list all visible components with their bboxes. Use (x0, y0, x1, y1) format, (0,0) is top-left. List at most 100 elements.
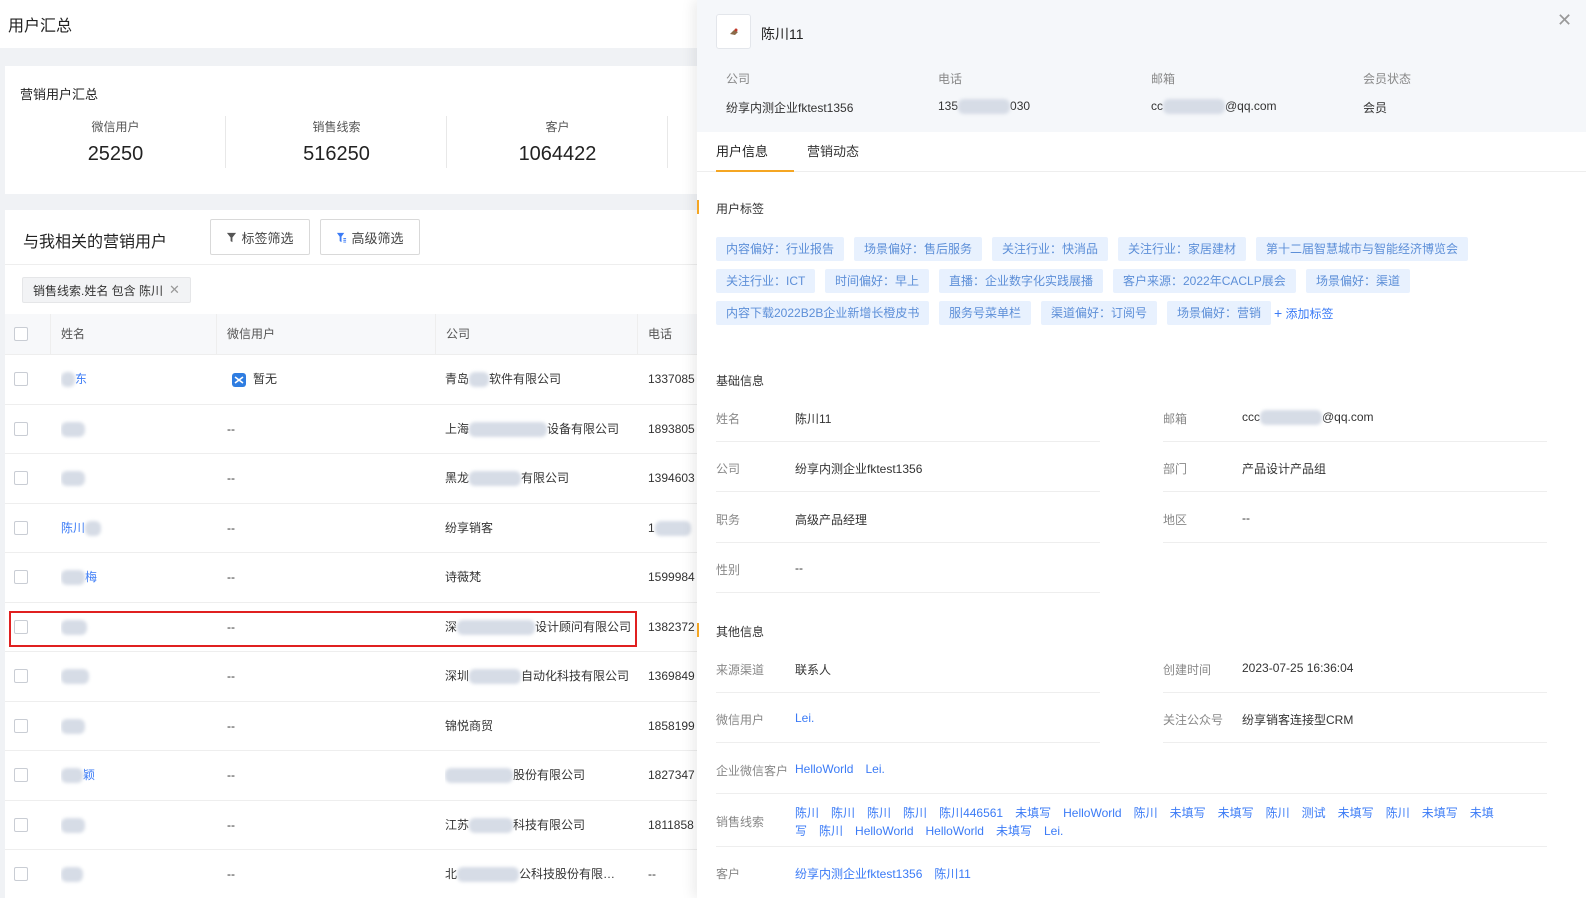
row-checkbox[interactable] (14, 718, 28, 733)
lead-link[interactable]: 陈川 (819, 824, 843, 838)
table-row[interactable]: -- 深 设计顾问有限公司 1382372 (5, 602, 697, 652)
wecom-link[interactable]: Lei. (865, 762, 884, 776)
user-tag[interactable]: 场景偏好：售后服务 (854, 237, 983, 261)
field-value-wechat-link[interactable]: Lei. (795, 711, 814, 725)
phone-head: 1893805 (648, 421, 695, 436)
cell-name[interactable]: 梅 (61, 553, 211, 602)
column-header-wechat[interactable]: 微信用户 (216, 314, 435, 355)
wechat-user: -- (227, 867, 235, 881)
user-tag[interactable]: 场景偏好：渠道 (1306, 269, 1411, 293)
cell-wechat: -- (227, 850, 235, 898)
filter-icon (227, 232, 237, 242)
cell-name[interactable]: 东 (61, 355, 211, 404)
column-header-phone[interactable]: 电话 (637, 314, 697, 355)
divider (716, 742, 1100, 743)
add-tag-button[interactable]: + 添加标签 (1274, 305, 1334, 322)
row-checkbox[interactable] (14, 619, 28, 634)
user-tag[interactable]: 关注行业：家居建材 (1118, 237, 1247, 261)
advanced-filter-button[interactable]: 高级筛选 (320, 219, 420, 255)
divider (1163, 692, 1547, 693)
table-row[interactable]: -- 上海 设备有限公司 1893805 (5, 404, 697, 454)
lead-link[interactable]: 未填 (1470, 806, 1494, 820)
user-tag[interactable]: 直播：企业数字化实践展播 (939, 269, 1104, 293)
user-tag[interactable]: 关注行业：快消品 (992, 237, 1109, 261)
tag-filter-button[interactable]: 标签筛选 (210, 219, 310, 255)
row-checkbox[interactable] (14, 372, 28, 386)
tab-user-info[interactable]: 用户信息 (716, 132, 794, 172)
lead-link[interactable]: HelloWorld (1063, 806, 1121, 820)
row-checkbox[interactable] (14, 817, 28, 832)
cell-company: 诗薇梵 (445, 553, 633, 602)
row-checkbox[interactable] (14, 570, 28, 584)
table-row[interactable]: 东 暂无 青岛 软件有限公司 1337085 (5, 355, 697, 405)
row-checkbox[interactable] (14, 471, 28, 485)
wecom-link[interactable]: HelloWorld (795, 762, 853, 776)
column-header-company[interactable]: 公司 (435, 314, 637, 355)
table-row[interactable]: 梅 -- 诗薇梵 1599984 (5, 553, 697, 603)
row-checkbox[interactable] (14, 520, 28, 535)
lead-link[interactable]: 陈川 (1386, 806, 1410, 820)
row-checkbox[interactable] (14, 768, 28, 782)
lead-link[interactable]: 测试 (1302, 806, 1326, 820)
row-checkbox[interactable] (14, 669, 28, 683)
section-accent (697, 200, 699, 214)
cell-name[interactable] (61, 702, 211, 751)
table-row[interactable]: 颖 -- 股份有限公司 1827347 (5, 751, 697, 801)
lead-link[interactable]: 陈川 (903, 806, 927, 820)
user-tag[interactable]: 内容偏好：行业报告 (716, 237, 845, 261)
lead-link[interactable]: 未填写 (996, 824, 1032, 838)
lead-link[interactable]: 陈川 (795, 806, 819, 820)
table-row[interactable]: -- 深圳 自动化科技有限公司 1369849 (5, 652, 697, 702)
phone-head: 1 (648, 520, 655, 535)
user-tag[interactable]: 时间偏好：早上 (825, 269, 930, 293)
user-tag[interactable]: 渠道偏好：订阅号 (1041, 301, 1158, 325)
column-header-name[interactable]: 姓名 (50, 314, 216, 355)
lead-link[interactable]: 陈川446561 (939, 806, 1003, 820)
table-row[interactable]: 陈川 -- 纷享销客 1 (5, 503, 697, 553)
user-tag[interactable]: 客户来源：2022年CACLP展会 (1113, 269, 1296, 293)
user-tag[interactable]: 场景偏好：营销 (1167, 301, 1272, 325)
cell-name[interactable] (61, 801, 211, 850)
redacted-blur (61, 421, 85, 437)
cell-name[interactable] (61, 454, 211, 503)
cell-name[interactable] (61, 603, 211, 652)
redacted-blur (469, 372, 490, 388)
lead-link[interactable]: Lei. (1044, 824, 1063, 838)
user-tag[interactable]: 第十二届智慧城市与智能经济博览会 (1256, 237, 1469, 261)
close-icon[interactable]: ✕ (169, 282, 180, 298)
user-tag[interactable]: 内容下载2022B2B企业新增长橙皮书 (716, 301, 930, 325)
cell-name[interactable]: 颖 (61, 751, 211, 800)
lead-link[interactable]: 未填写 (1218, 806, 1254, 820)
row-checkbox[interactable] (14, 867, 28, 881)
lead-link[interactable]: 写 (795, 824, 807, 838)
lead-link[interactable]: 陈川 (1266, 806, 1290, 820)
field-value-source: 联系人 (795, 663, 832, 677)
table-row[interactable]: -- 北 公科技股份有限… -- (5, 850, 697, 898)
table-row[interactable]: -- 黑龙 有限公司 1394603 (5, 454, 697, 504)
select-all-checkbox[interactable] (14, 327, 28, 341)
lead-link[interactable]: 陈川 (867, 806, 891, 820)
cell-name[interactable] (61, 405, 211, 454)
tab-marketing-activity[interactable]: 营销动态 (807, 132, 859, 172)
lead-link[interactable]: 未填写 (1015, 806, 1051, 820)
cell-name[interactable]: 陈川 (61, 504, 211, 553)
meta-phone: 电话 135 030 (938, 70, 1030, 115)
lead-link[interactable]: 陈川 (831, 806, 855, 820)
lead-link[interactable]: 未填写 (1422, 806, 1458, 820)
user-tag[interactable]: 关注行业：ICT (716, 269, 816, 293)
customer-link[interactable]: 纷享内测企业fktest1356 (795, 867, 922, 881)
user-tag[interactable]: 服务号菜单栏 (939, 301, 1032, 325)
customer-link[interactable]: 陈川11 (934, 867, 970, 881)
cell-name[interactable] (61, 652, 211, 701)
close-icon[interactable]: ✕ (1557, 10, 1572, 31)
wechat-user: -- (227, 619, 235, 634)
row-checkbox[interactable] (14, 421, 28, 436)
lead-link[interactable]: HelloWorld (855, 824, 913, 838)
cell-name[interactable] (61, 850, 211, 898)
lead-link[interactable]: 未填写 (1338, 806, 1374, 820)
table-row[interactable]: -- 锦悦商贸 1858199 (5, 701, 697, 751)
lead-link[interactable]: 未填写 (1170, 806, 1206, 820)
lead-link[interactable]: HelloWorld (926, 824, 984, 838)
lead-link[interactable]: 陈川 (1134, 806, 1158, 820)
table-row[interactable]: -- 江苏 科技有限公司 1811858 (5, 800, 697, 850)
